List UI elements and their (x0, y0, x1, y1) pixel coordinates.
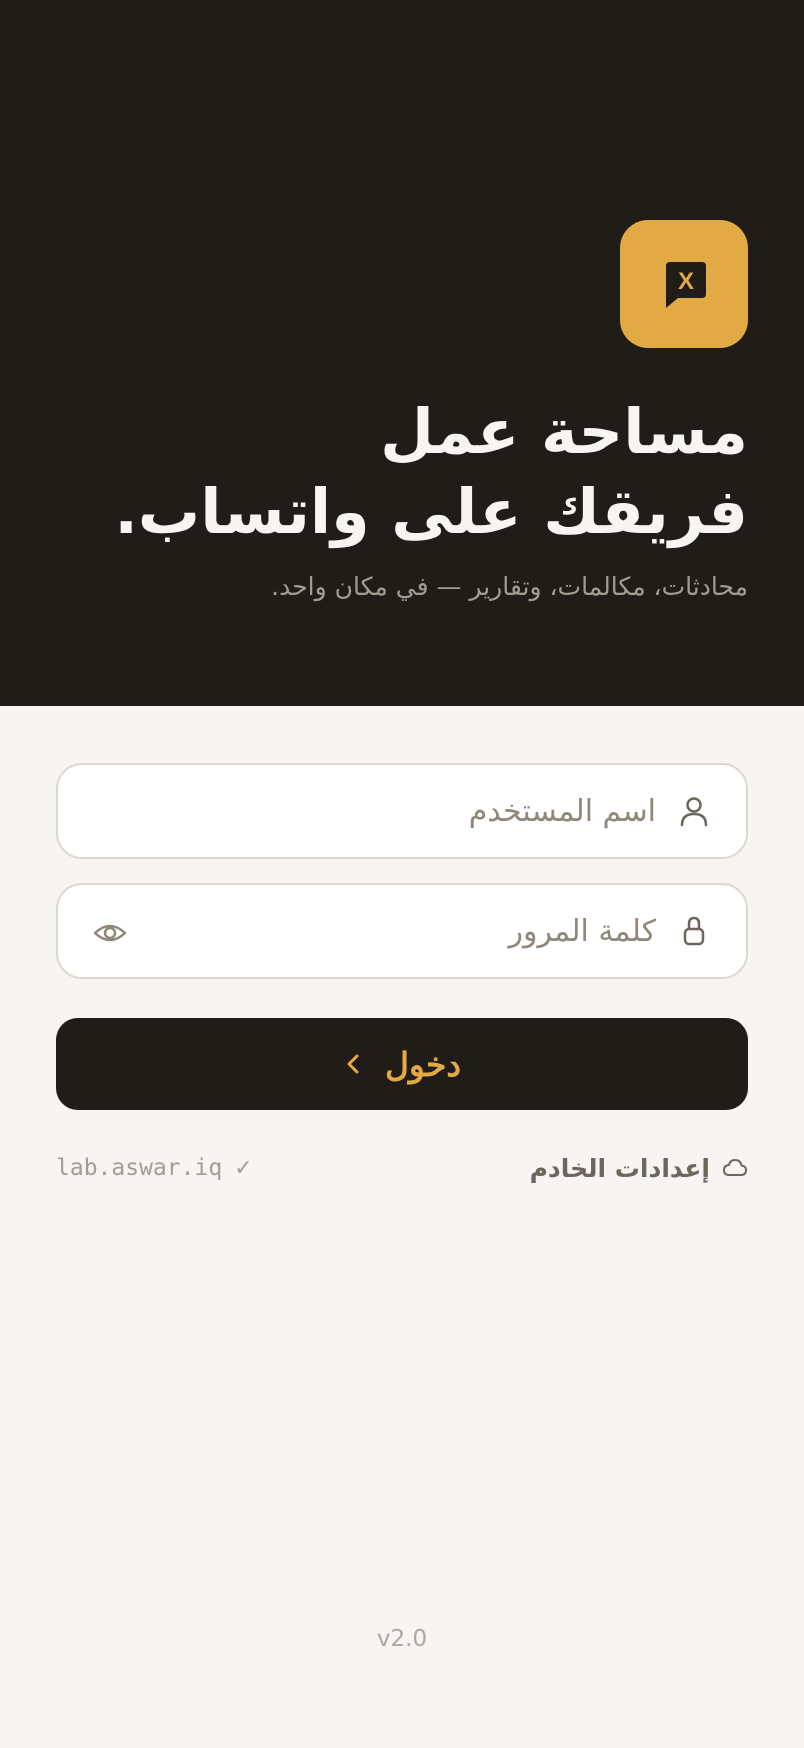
login-label: دخول (384, 1045, 462, 1083)
password-input[interactable] (186, 885, 656, 977)
chat-bubble-x-icon: X (666, 262, 706, 308)
login-button[interactable]: دخول (56, 1018, 748, 1110)
chevron-left-icon (347, 1054, 359, 1074)
hero-title-line-2: فريقك على واتساب. (114, 475, 748, 548)
hero-title: مساحة عمل فريقك على واتساب. (48, 392, 748, 552)
lock-icon (683, 916, 705, 946)
eye-icon[interactable] (92, 915, 128, 951)
hero-title-line-1: مساحة عمل (380, 395, 748, 468)
server-domain: lab.aswar.iq ✓ (56, 1150, 253, 1186)
server-settings-label: إعدادات الخادم (529, 1153, 710, 1183)
app-logo: X (620, 220, 748, 348)
hero-subtitle: محادثات، مكالمات، وتقارير — في مكان واحد… (271, 572, 748, 601)
user-icon (680, 797, 708, 827)
server-domain-text: lab.aswar.iq (56, 1155, 223, 1181)
svg-text:X: X (678, 268, 694, 295)
cloud-icon (723, 1159, 747, 1176)
username-field[interactable] (56, 763, 748, 859)
password-field[interactable] (56, 883, 748, 979)
server-settings-link[interactable]: إعدادات الخادم (530, 1150, 748, 1186)
version-label: v2.0 (376, 1626, 428, 1652)
check-icon: ✓ (234, 1155, 253, 1181)
username-input[interactable] (186, 765, 656, 857)
hero-section: X مساحة عمل فريقك على واتساب. محادثات، م… (0, 0, 804, 706)
